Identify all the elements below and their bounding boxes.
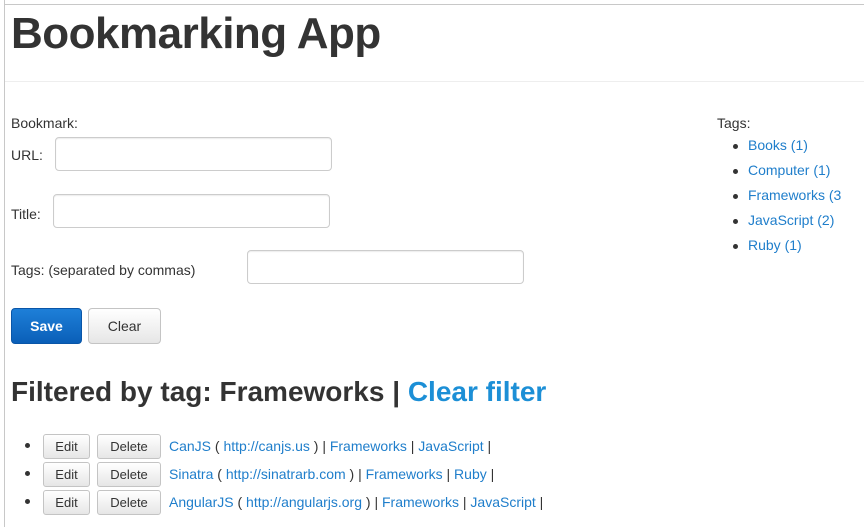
bookmark-list: Edit Delete CanJS ( http://canjs.us ) | … xyxy=(0,434,864,518)
bookmark-tag-link[interactable]: Frameworks xyxy=(330,438,407,454)
tags-panel: Tags: Books (1) Computer (1) Frameworks … xyxy=(717,115,841,262)
bookmark-row: Edit Delete CanJS ( http://canjs.us ) | … xyxy=(0,434,864,462)
tag-item-frameworks: Frameworks (3 xyxy=(717,187,841,212)
bookmark-tag-link[interactable]: Frameworks xyxy=(382,494,459,510)
bookmark-text: Sinatra ( http://sinatrarb.com ) | Frame… xyxy=(169,466,495,482)
tag-link-ruby[interactable]: Ruby (1) xyxy=(748,237,802,253)
bookmark-url-link[interactable]: http://canjs.us xyxy=(223,438,309,454)
tags-panel-title: Tags: xyxy=(717,115,751,131)
tag-link-frameworks[interactable]: Frameworks (3 xyxy=(748,187,841,203)
tag-link-javascript[interactable]: JavaScript (2) xyxy=(748,212,834,228)
clear-button[interactable]: Clear xyxy=(88,308,161,344)
bookmark-tag-link[interactable]: JavaScript xyxy=(418,438,483,454)
tag-link-books[interactable]: Books (1) xyxy=(748,137,808,153)
bookmark-url-link[interactable]: http://angularjs.org xyxy=(246,494,362,510)
save-button[interactable]: Save xyxy=(11,308,82,344)
form-heading: Bookmark: xyxy=(11,115,78,131)
delete-button[interactable]: Delete xyxy=(97,490,161,515)
edit-button[interactable]: Edit xyxy=(43,434,90,459)
title-label: Title: xyxy=(11,206,41,222)
tag-item-books: Books (1) xyxy=(717,137,841,162)
header-divider xyxy=(5,81,864,82)
bookmark-title-link[interactable]: CanJS xyxy=(169,438,211,454)
bullet-icon xyxy=(25,499,30,504)
bookmark-text: AngularJS ( http://angularjs.org ) | Fra… xyxy=(169,494,544,510)
bookmark-row: Edit Delete Sinatra ( http://sinatrarb.c… xyxy=(0,462,864,490)
tags-label: Tags: (separated by commas) xyxy=(11,262,196,278)
delete-button[interactable]: Delete xyxy=(97,434,161,459)
filter-heading: Filtered by tag: Frameworks | Clear filt… xyxy=(11,376,546,408)
bullet-icon xyxy=(25,443,30,448)
filter-heading-label: Filtered by tag: Frameworks | xyxy=(11,376,401,407)
bookmark-title-link[interactable]: AngularJS xyxy=(169,494,234,510)
bookmark-title-link[interactable]: Sinatra xyxy=(169,466,213,482)
url-label: URL: xyxy=(11,147,43,163)
page-title: Bookmarking App xyxy=(11,9,381,58)
tags-list: Books (1) Computer (1) Frameworks (3 Jav… xyxy=(717,137,841,262)
edit-button[interactable]: Edit xyxy=(43,462,90,487)
bookmark-tag-link[interactable]: Frameworks xyxy=(366,466,443,482)
edit-button[interactable]: Edit xyxy=(43,490,90,515)
tags-input[interactable] xyxy=(247,250,524,284)
clear-filter-link[interactable]: Clear filter xyxy=(408,376,547,407)
bookmark-text: CanJS ( http://canjs.us ) | Frameworks |… xyxy=(169,438,492,454)
tag-link-computer[interactable]: Computer (1) xyxy=(748,162,830,178)
tag-item-javascript: JavaScript (2) xyxy=(717,212,841,237)
tag-item-computer: Computer (1) xyxy=(717,162,841,187)
bookmark-tag-link[interactable]: Ruby xyxy=(454,466,487,482)
bullet-icon xyxy=(25,471,30,476)
url-input[interactable] xyxy=(55,137,332,171)
tag-item-ruby: Ruby (1) xyxy=(717,237,841,262)
bookmark-tag-link[interactable]: JavaScript xyxy=(470,494,535,510)
delete-button[interactable]: Delete xyxy=(97,462,161,487)
bookmark-row: Edit Delete AngularJS ( http://angularjs… xyxy=(0,490,864,518)
bookmark-url-link[interactable]: http://sinatrarb.com xyxy=(226,466,346,482)
title-input[interactable] xyxy=(53,194,330,228)
